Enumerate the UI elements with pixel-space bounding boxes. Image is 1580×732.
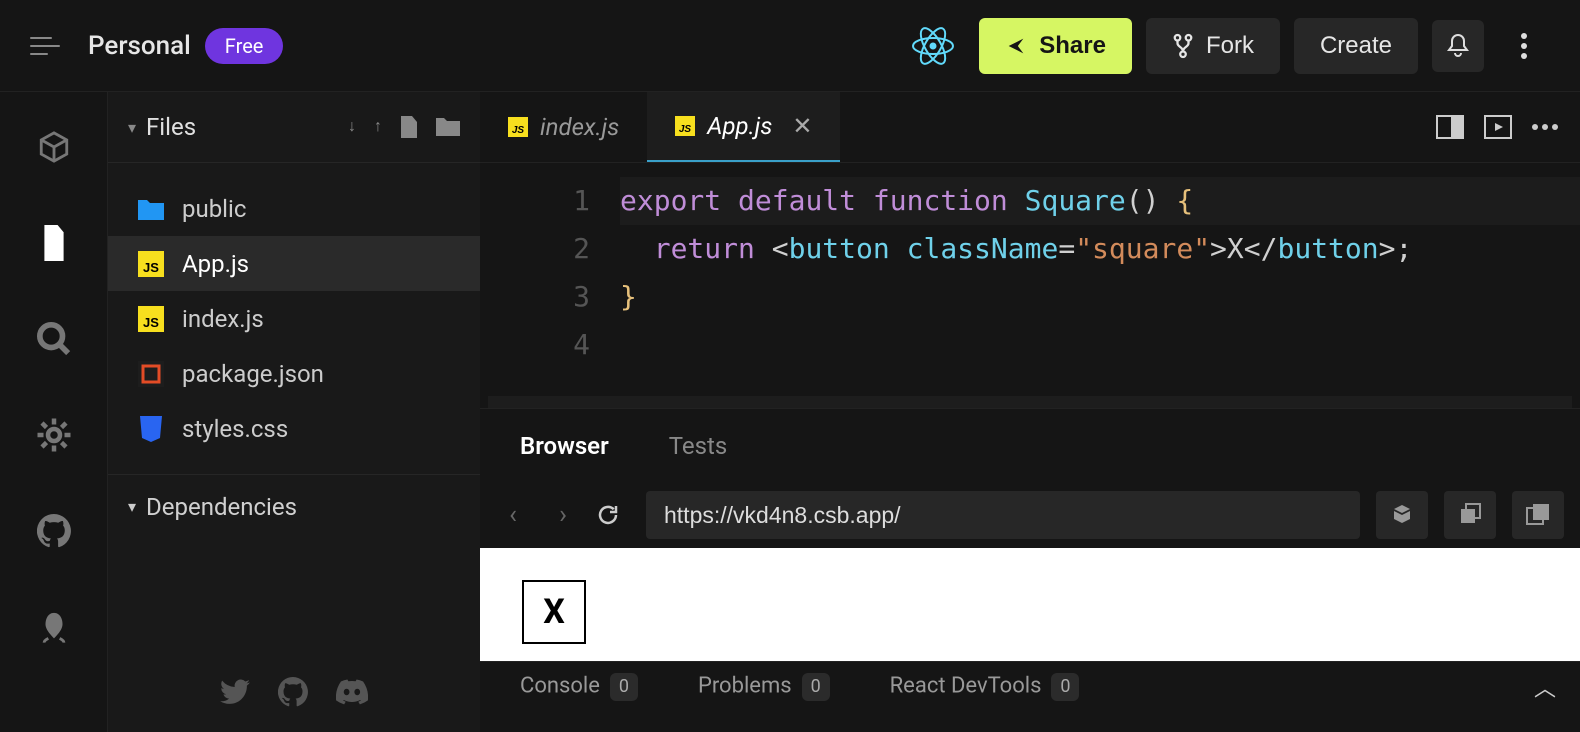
files-title: Files xyxy=(146,113,196,141)
share-arrow-icon xyxy=(1005,35,1027,57)
folder-file-icon xyxy=(138,196,164,222)
js-file-icon: JS xyxy=(675,116,695,136)
notifications-button[interactable] xyxy=(1432,20,1484,72)
file-App-js[interactable]: JS App.js xyxy=(108,236,480,291)
file-styles-css[interactable]: styles.css xyxy=(108,401,480,456)
file-public[interactable]: public xyxy=(108,181,480,236)
count-badge: 0 xyxy=(1051,673,1079,701)
preview-frame[interactable]: X xyxy=(480,548,1580,661)
explorer-icon[interactable] xyxy=(35,224,73,262)
devtools-tab-console[interactable]: Console0 xyxy=(520,673,638,701)
github-icon[interactable] xyxy=(35,512,73,550)
horizontal-scrollbar[interactable] xyxy=(488,396,1572,408)
fork-icon xyxy=(1172,33,1194,59)
tab-label: App.js xyxy=(707,112,772,140)
files-panel-header[interactable]: ▾ Files ↓ ↑ xyxy=(108,92,480,163)
file-package-json[interactable]: package.json xyxy=(108,346,480,401)
reload-icon xyxy=(596,503,620,527)
file-label: public xyxy=(182,195,246,223)
deps-title: Dependencies xyxy=(146,493,297,521)
svg-text:JS: JS xyxy=(143,315,159,330)
expand-panel-icon[interactable]: ︿ xyxy=(1534,671,1556,703)
css-file-icon xyxy=(138,416,164,442)
file-label: styles.css xyxy=(182,415,288,443)
code-editor[interactable]: 1234 export default function Square() { … xyxy=(480,163,1580,396)
twitter-icon[interactable] xyxy=(220,679,250,705)
url-input[interactable] xyxy=(646,491,1360,539)
devtools-tab-problems[interactable]: Problems0 xyxy=(698,673,830,701)
search-icon[interactable] xyxy=(35,320,73,358)
js-file-icon: JS xyxy=(508,117,528,137)
sandbox-icon[interactable] xyxy=(35,128,73,166)
tab-index-js[interactable]: JS index.js xyxy=(480,92,647,162)
activity-bar xyxy=(0,92,108,732)
preview-tab-browser[interactable]: Browser xyxy=(520,432,609,460)
share-button[interactable]: Share xyxy=(979,18,1132,74)
create-label: Create xyxy=(1320,32,1392,60)
settings-icon[interactable] xyxy=(35,416,73,454)
devtools-tab-react-devtools[interactable]: React DevTools0 xyxy=(890,673,1080,701)
file-label: App.js xyxy=(182,250,249,278)
menu-icon[interactable] xyxy=(30,31,60,61)
bell-icon xyxy=(1446,33,1470,59)
share-label: Share xyxy=(1039,32,1106,60)
download-icon[interactable]: ↓ xyxy=(348,116,356,138)
back-button[interactable]: ‹ xyxy=(496,500,530,530)
new-window-button[interactable] xyxy=(1444,491,1496,539)
more-menu-button[interactable] xyxy=(1498,20,1550,72)
svg-text:JS: JS xyxy=(679,124,692,135)
new-file-icon[interactable] xyxy=(400,116,418,138)
create-button[interactable]: Create xyxy=(1294,18,1418,74)
deps-panel-header[interactable]: ▾ Dependencies xyxy=(108,474,480,538)
devtools-tab-bar: Console0 Problems0 React DevTools0 ︿ xyxy=(480,661,1580,711)
js-file-icon: JS xyxy=(138,251,164,277)
close-tab-icon[interactable]: ✕ xyxy=(792,112,812,140)
square-component[interactable]: X xyxy=(522,580,586,644)
react-logo-icon xyxy=(911,24,955,68)
upload-icon[interactable]: ↑ xyxy=(374,116,382,138)
count-badge: 0 xyxy=(610,673,638,701)
deploy-icon[interactable] xyxy=(35,608,73,646)
fork-label: Fork xyxy=(1206,32,1254,60)
editor-more-icon[interactable] xyxy=(1532,124,1558,130)
js-file-icon: JS xyxy=(138,306,164,332)
preview-toggle-icon[interactable] xyxy=(1484,115,1512,139)
reload-button[interactable] xyxy=(596,503,630,527)
plan-badge[interactable]: Free xyxy=(205,28,284,64)
top-bar: Personal Free Share Fork Create xyxy=(0,0,1580,92)
github-social-icon[interactable] xyxy=(278,677,308,707)
fork-button[interactable]: Fork xyxy=(1146,18,1280,74)
file-tree: public JS App.js JS index.js package.json styl… xyxy=(108,163,480,474)
discord-icon[interactable] xyxy=(336,679,368,705)
split-editor-icon[interactable] xyxy=(1436,115,1464,139)
browser-toolbar: ‹ › xyxy=(480,482,1580,548)
chevron-down-icon: ▾ xyxy=(128,118,136,137)
svg-text:JS: JS xyxy=(512,125,525,136)
file-label: package.json xyxy=(182,360,324,388)
new-folder-icon[interactable] xyxy=(436,116,460,138)
sidebar: ▾ Files ↓ ↑ public JS App.js JS index.js pack… xyxy=(108,92,480,732)
social-links xyxy=(108,652,480,732)
forward-button[interactable]: › xyxy=(546,500,580,530)
workspace-name[interactable]: Personal xyxy=(88,31,191,61)
tab-App-js[interactable]: JS App.js ✕ xyxy=(647,92,840,162)
editor-tab-bar: JS index.js JS App.js ✕ xyxy=(480,92,1580,163)
codesandbox-button[interactable] xyxy=(1376,491,1428,539)
popout-button[interactable] xyxy=(1512,491,1564,539)
chevron-down-icon: ▾ xyxy=(128,497,136,516)
file-label: index.js xyxy=(182,305,264,333)
kebab-icon xyxy=(1521,33,1527,59)
preview-tab-tests[interactable]: Tests xyxy=(669,432,728,460)
file-index-js[interactable]: JS index.js xyxy=(108,291,480,346)
tab-label: index.js xyxy=(540,113,619,141)
count-badge: 0 xyxy=(802,673,830,701)
svg-text:JS: JS xyxy=(143,260,159,275)
preview-tab-bar: Browser Tests xyxy=(480,408,1580,482)
json-file-icon xyxy=(138,361,164,387)
